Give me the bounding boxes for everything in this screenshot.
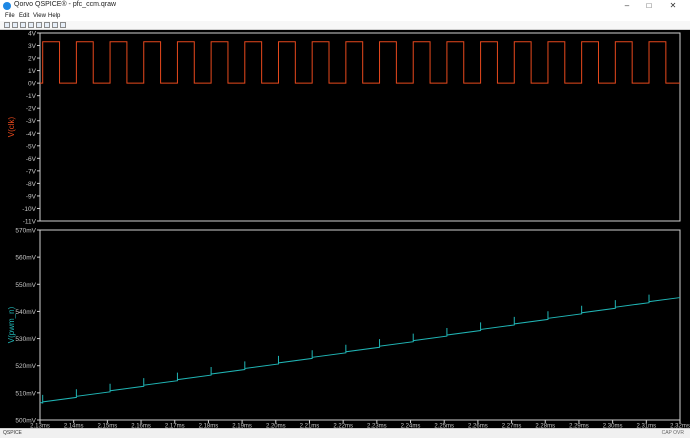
y-tick-label: -3V	[26, 118, 37, 125]
new-icon[interactable]	[4, 22, 10, 28]
y-tick-label: -1V	[26, 93, 37, 100]
y-tick-label: 540mV	[15, 309, 36, 316]
y-tick-label: 2V	[28, 56, 37, 63]
y-tick-label: 1V	[28, 68, 37, 75]
menu-edit[interactable]: Edit	[19, 13, 29, 19]
y-tick-label: -2V	[26, 106, 37, 113]
waveform-plot[interactable]: 4V 3V 2V 1V 0V -1V -2V -3V -4V -5V -6V -7V -8V -9V -10…	[0, 30, 690, 430]
y-tick-label: 510mV	[15, 390, 36, 397]
cut-icon[interactable]	[28, 22, 34, 28]
open-icon[interactable]	[12, 22, 18, 28]
y-tick-label: 530mV	[15, 336, 36, 343]
y-tick-label: -5V	[26, 143, 37, 150]
series-clk-line	[40, 41, 680, 84]
y-tick-label: 570mV	[15, 228, 36, 235]
menu-help[interactable]: Help	[48, 13, 60, 19]
y-tick-label: 520mV	[15, 363, 36, 370]
save-icon[interactable]	[20, 22, 26, 28]
zoom-icon[interactable]	[60, 22, 66, 28]
y-axis-label: V(pwm_n)	[7, 306, 16, 343]
status-text: QSPICE	[3, 430, 22, 436]
status-indicators: CAP OVR	[661, 430, 684, 436]
y-tick-label: 4V	[28, 31, 37, 38]
y-tick-label: -4V	[26, 131, 37, 138]
y-axis-label: V(clk)	[7, 116, 16, 137]
y-tick-label: 3V	[28, 43, 37, 50]
pane-frame	[39, 32, 681, 222]
close-button[interactable]: ✕	[664, 0, 682, 12]
y-tick-label: -10V	[22, 206, 36, 213]
y-tick-label: -7V	[26, 168, 37, 175]
y-tick-label: 550mV	[15, 282, 36, 289]
minimize-button[interactable]: –	[618, 0, 636, 12]
y-tick-label: 0V	[28, 81, 37, 88]
menu-view[interactable]: View	[33, 13, 46, 19]
menu-bar: File Edit View Help	[0, 12, 690, 21]
waveform-viewer: 4V 3V 2V 1V 0V -1V -2V -3V -4V -5V -6V -7V -8V -9V -10…	[0, 30, 690, 430]
copy-icon[interactable]	[36, 22, 42, 28]
paste-icon[interactable]	[44, 22, 50, 28]
y-tick-label: -8V	[26, 181, 37, 188]
print-icon[interactable]	[52, 22, 58, 28]
y-tick-label: 560mV	[15, 255, 36, 262]
maximize-button[interactable]: □	[640, 0, 658, 12]
series-pwm-line	[39, 294, 681, 404]
y-tick-label: -6V	[26, 156, 37, 163]
qspice-app-icon	[3, 2, 11, 10]
y-tick-label: -11V	[23, 219, 37, 226]
toolbar	[0, 21, 690, 30]
menu-file[interactable]: File	[5, 13, 15, 19]
window-title: Qorvo QSPICE® - pfc_ccm.qraw	[14, 1, 117, 8]
pane-frame	[39, 229, 681, 421]
y-tick-label: -9V	[26, 193, 37, 200]
